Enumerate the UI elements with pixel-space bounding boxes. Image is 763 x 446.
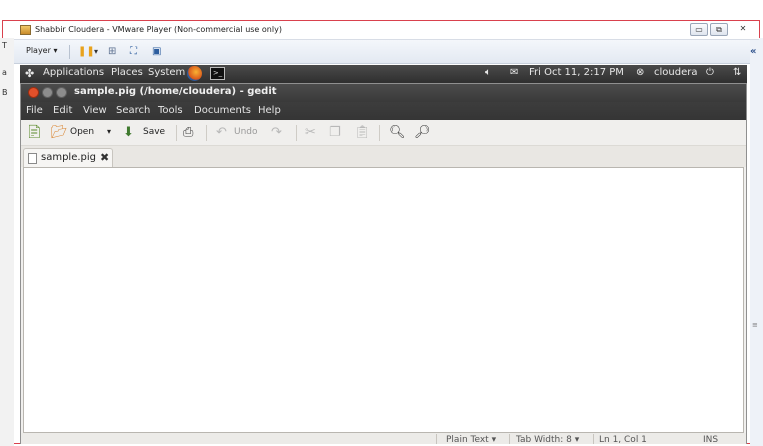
paste-icon[interactable]: 📋︎ [354,125,371,140]
pause-icon[interactable]: ❚❚ [78,46,95,58]
gedit-toolbar: 📄︎ 📂︎ Open ▾ ⬇ Save ⎙ ↶ Undo ↷ ✂ ❐ 📋︎ 🔍︎… [21,120,746,146]
gnome-top-panel: ✤ Applications Places System >_ 🔈︎ ✉ Fri… [20,65,747,83]
tab-sample-pig[interactable]: sample.pig ✖ [23,148,113,167]
print-icon[interactable]: ⎙ [183,125,193,140]
document-icon [28,153,37,164]
host-right-strip: « ≡ [750,38,763,446]
menu-tools[interactable]: Tools [158,105,183,116]
volume-icon[interactable]: 🔈︎ [485,67,491,78]
unity-icon[interactable]: ▣ [152,46,161,58]
vmware-title-bar: Shabbir Cloudera - VMware Player (Non-co… [14,21,759,40]
new-document-icon[interactable]: 📄︎ [26,125,43,140]
vmware-toolbar: Player ▾ ❚❚ ▾ ⊞ ⛶ ▣ [14,40,750,64]
collapse-chevron-icon[interactable]: « [750,46,756,57]
host-left-strip: T a B [0,38,14,446]
network-devices-icon[interactable]: ⊞ [108,46,116,58]
mail-icon[interactable]: ✉ [510,67,518,78]
chevron-down-icon[interactable]: ▾ [94,46,98,58]
player-menu-button[interactable]: Player ▾ [26,46,57,55]
tab-label: sample.pig [41,152,97,163]
menu-view[interactable]: View [83,105,107,116]
gnome-foot-icon[interactable]: ✤ [25,67,34,80]
search-replace-icon[interactable]: 🔎︎ [414,125,431,140]
places-menu[interactable]: Places [111,67,143,78]
player-menu-label: Player [26,46,51,55]
status-divider [436,434,437,444]
resize-grip-icon[interactable]: ≡ [752,321,758,329]
chevron-down-icon: ▾ [53,46,58,55]
clock[interactable]: Fri Oct 11, 2:17 PM [529,67,624,78]
insert-mode: INS [703,435,719,444]
close-tab-icon[interactable]: ✖ [100,151,109,164]
gedit-window: sample.pig (/home/cloudera) - gedit File… [20,83,747,444]
toolbar-divider [176,125,177,141]
menu-search[interactable]: Search [116,105,150,116]
gedit-close-icon[interactable] [28,87,39,98]
user-icon: ⊗ [636,67,645,78]
terminal-icon[interactable]: >_ [210,67,225,80]
status-divider [593,434,594,444]
power-icon[interactable]: ⏻ [706,67,714,78]
gedit-status-bar: Plain Text ▾ Tab Width: 8 ▾ Ln 1, Col 1 … [21,433,746,444]
status-divider [509,434,510,444]
text-editor-area[interactable] [23,167,744,433]
vmware-window-title: Shabbir Cloudera - VMware Player (Non-co… [35,25,282,34]
gedit-title-bar: sample.pig (/home/cloudera) - gedit [21,84,746,102]
vmware-app-icon [20,25,31,35]
toolbar-divider [296,125,297,141]
undo-button[interactable]: Undo [234,127,258,137]
save-button[interactable]: Save [143,127,165,137]
toolbar-divider [69,45,70,59]
menu-edit[interactable]: Edit [53,105,72,116]
gedit-maximize-icon[interactable] [56,87,67,98]
host-letter: T [2,41,7,50]
open-recent-chevron-icon[interactable]: ▾ [107,127,111,136]
screen: T a B « ≡ Shabbir Cloudera - VMware Play… [0,0,763,446]
gedit-tab-bar: sample.pig ✖ [21,146,746,167]
gedit-menubar: File Edit View Search Tools Documents He… [21,102,746,120]
search-icon[interactable]: 🔍︎ [389,125,406,140]
applications-menu[interactable]: Applications [43,67,104,78]
redo-icon[interactable]: ↷ [271,125,282,140]
host-letter: B [2,88,8,97]
cursor-position: Ln 1, Col 1 [599,435,647,444]
language-selector[interactable]: Plain Text ▾ [446,435,496,444]
open-button[interactable]: Open [70,127,94,137]
gedit-window-title: sample.pig (/home/cloudera) - gedit [74,86,277,97]
cut-icon[interactable]: ✂ [305,125,316,140]
fullscreen-icon[interactable]: ⛶ [130,46,137,58]
tab-width-selector[interactable]: Tab Width: 8 ▾ [516,435,579,444]
open-folder-icon[interactable]: 📂︎ [51,125,68,140]
undo-icon[interactable]: ↶ [216,125,227,140]
toolbar-divider [379,125,380,141]
menu-help[interactable]: Help [258,105,281,116]
menu-documents[interactable]: Documents [194,105,251,116]
firefox-icon[interactable] [187,66,202,81]
network-arrows-icon[interactable]: ⇅ [733,67,741,78]
user-menu[interactable]: cloudera [654,67,697,78]
restore-button[interactable]: ⧉ [710,23,728,36]
toolbar-divider [206,125,207,141]
menu-file[interactable]: File [26,105,43,116]
close-button[interactable]: ✕ [734,23,752,36]
minimize-button[interactable]: ▭ [690,23,708,36]
save-icon[interactable]: ⬇ [123,125,134,140]
gedit-minimize-icon[interactable] [42,87,53,98]
copy-icon[interactable]: ❐ [329,125,341,140]
system-menu[interactable]: System [148,67,185,78]
host-letter: a [2,68,7,77]
